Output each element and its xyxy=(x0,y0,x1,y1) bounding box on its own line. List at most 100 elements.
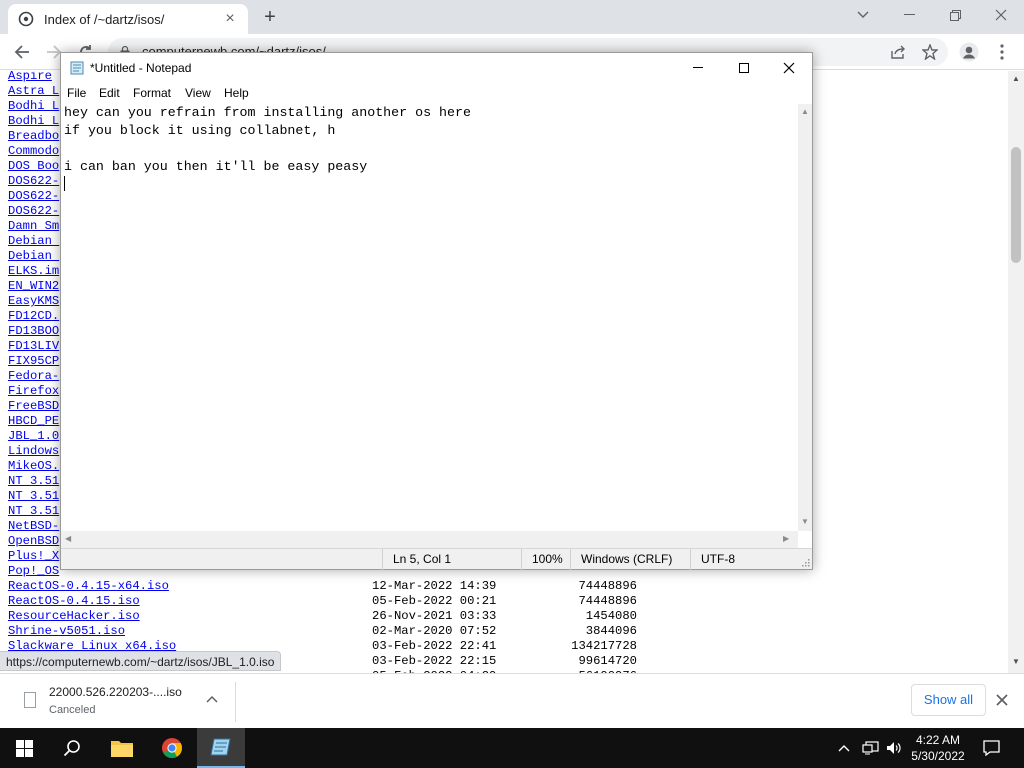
file-link[interactable]: ReactOS-0.4.15.iso xyxy=(8,594,140,608)
browser-tab[interactable]: Index of /~dartz/isos/ × xyxy=(8,4,248,34)
bookmark-star-icon[interactable] xyxy=(918,40,942,64)
file-link[interactable]: FD12CD. xyxy=(8,309,59,323)
listing-row: FreeBSD xyxy=(8,399,59,414)
scroll-left-icon[interactable]: ◀ xyxy=(65,534,71,543)
file-link[interactable]: Pop!_OS xyxy=(8,564,59,578)
file-date: 26-Nov-2021 03:33 xyxy=(372,609,497,623)
menu-view[interactable]: View xyxy=(185,86,211,100)
scroll-up-icon[interactable]: ▲ xyxy=(1012,74,1020,83)
menu-format[interactable]: Format xyxy=(133,86,171,100)
notepad-close-button[interactable] xyxy=(766,53,812,83)
notepad-title-bar[interactable]: *Untitled - Notepad xyxy=(61,53,812,83)
listing-row: FD13LIV xyxy=(8,339,59,354)
network-icon[interactable] xyxy=(862,728,880,768)
file-link[interactable]: FreeBSD xyxy=(8,399,59,413)
browser-tab-strip: Index of /~dartz/isos/ × + xyxy=(0,0,1024,34)
text-line: i can ban you then it'll be easy peasy xyxy=(64,159,368,174)
file-link[interactable]: ELKS.im xyxy=(8,264,59,278)
file-link[interactable]: OpenBSD xyxy=(8,534,59,548)
file-link[interactable]: FIX95CP xyxy=(8,354,59,368)
file-link[interactable]: Plus!_X xyxy=(8,549,59,563)
file-link[interactable]: DOS Boo xyxy=(8,159,59,173)
text-line xyxy=(64,140,798,158)
page-scrollbar[interactable]: ▲ ▼ xyxy=(1008,71,1024,673)
file-size: 74448896 xyxy=(578,594,637,608)
file-link[interactable]: Bodhi L xyxy=(8,114,59,128)
notepad-text-area[interactable]: hey can you refrain from installing anot… xyxy=(61,104,798,534)
show-hidden-icons[interactable] xyxy=(838,728,850,768)
tab-search-icon[interactable] xyxy=(840,0,886,30)
chevron-up-icon xyxy=(838,745,850,752)
file-link[interactable]: Aspire xyxy=(8,71,52,83)
file-link[interactable]: ReactOS-0.4.15-x64.iso xyxy=(8,579,169,593)
notepad-horizontal-scrollbar[interactable]: ◀ ▶ xyxy=(61,531,798,548)
file-link[interactable]: NetBSD- xyxy=(8,519,59,533)
notepad-app-icon xyxy=(70,61,84,75)
file-link[interactable]: DOS622- xyxy=(8,189,59,203)
start-button[interactable] xyxy=(0,728,48,768)
browser-menu-icon[interactable] xyxy=(990,40,1014,64)
resize-grip-icon[interactable] xyxy=(801,558,810,567)
file-link[interactable]: Astra L xyxy=(8,84,59,98)
scrollbar-thumb[interactable] xyxy=(1011,147,1021,263)
listing-row: Firefox xyxy=(8,384,59,399)
file-link[interactable]: EasyKMS xyxy=(8,294,59,308)
file-link[interactable]: NT 3.51 xyxy=(8,474,59,488)
notepad-maximize-button[interactable] xyxy=(721,53,767,83)
new-tab-button[interactable]: + xyxy=(258,6,282,30)
file-link[interactable]: ResourceHacker.iso xyxy=(8,609,140,623)
notepad-status-bar: Ln 5, Col 1 100% Windows (CRLF) UTF-8 xyxy=(61,548,812,570)
scroll-up-icon[interactable]: ▲ xyxy=(801,107,809,116)
share-icon[interactable] xyxy=(886,40,910,64)
taskbar-file-explorer[interactable] xyxy=(98,728,146,768)
close-download-bar-icon[interactable] xyxy=(996,690,1008,711)
profile-avatar-icon[interactable] xyxy=(957,40,981,64)
file-link[interactable]: HBCD_PE xyxy=(8,414,59,428)
show-all-button[interactable]: Show all xyxy=(911,684,986,716)
menu-help[interactable]: Help xyxy=(224,86,249,100)
file-link[interactable]: DOS622- xyxy=(8,174,59,188)
taskbar-clock[interactable]: 4:22 AM 5/30/2022 xyxy=(905,732,971,764)
link-hover-status: https://computernewb.com/~dartz/isos/JBL… xyxy=(0,651,282,671)
chevron-up-icon[interactable] xyxy=(206,692,218,706)
scroll-down-icon[interactable]: ▼ xyxy=(801,517,809,526)
file-link[interactable]: Breadbo xyxy=(8,129,59,143)
back-button[interactable] xyxy=(10,40,34,64)
file-link[interactable]: Fedora- xyxy=(8,369,59,383)
taskbar-chrome[interactable] xyxy=(148,728,196,768)
file-date: 03-Feb-2022 22:41 xyxy=(372,639,497,653)
close-window-button[interactable] xyxy=(978,0,1024,30)
menu-file[interactable]: File xyxy=(67,86,86,100)
file-link[interactable]: NT 3.51 xyxy=(8,504,59,518)
scroll-right-icon[interactable]: ▶ xyxy=(783,534,789,543)
file-link[interactable]: FD13BOO xyxy=(8,324,59,338)
file-link[interactable]: Damn Sm xyxy=(8,219,59,233)
file-link[interactable]: Debian xyxy=(8,249,59,263)
action-center-icon[interactable] xyxy=(983,728,1000,768)
notepad-vertical-scrollbar[interactable]: ▲ ▼ xyxy=(798,104,812,531)
search-button[interactable] xyxy=(48,728,96,768)
file-link[interactable]: NT 3.51 xyxy=(8,489,59,503)
taskbar-notepad[interactable] xyxy=(197,728,245,768)
volume-icon[interactable] xyxy=(886,728,904,768)
file-link[interactable]: Shrine-v5051.iso xyxy=(8,624,125,638)
file-link[interactable]: JBL_1.0 xyxy=(8,429,59,443)
file-link[interactable]: MikeOS. xyxy=(8,459,59,473)
file-link[interactable]: Lindows xyxy=(8,444,59,458)
file-link[interactable]: Bodhi L xyxy=(8,99,59,113)
file-link[interactable]: Firefox xyxy=(8,384,59,398)
file-link[interactable]: EN_WIN2 xyxy=(8,279,59,293)
file-link[interactable]: Commodo xyxy=(8,144,59,158)
restore-window-button[interactable] xyxy=(932,0,978,30)
notepad-menu-bar: File Edit Format View Help xyxy=(61,83,812,103)
file-link[interactable]: FD13LIV xyxy=(8,339,59,353)
minimize-window-button[interactable] xyxy=(886,0,932,30)
folder-icon xyxy=(111,741,133,757)
scroll-down-icon[interactable]: ▼ xyxy=(1012,657,1020,666)
tab-close-icon[interactable]: × xyxy=(222,10,238,28)
download-item[interactable]: 22000.526.220203-....iso Canceled xyxy=(18,682,236,722)
menu-edit[interactable]: Edit xyxy=(99,86,120,100)
notepad-minimize-button[interactable] xyxy=(675,53,721,83)
file-link[interactable]: DOS622- xyxy=(8,204,59,218)
file-link[interactable]: Debian xyxy=(8,234,59,248)
